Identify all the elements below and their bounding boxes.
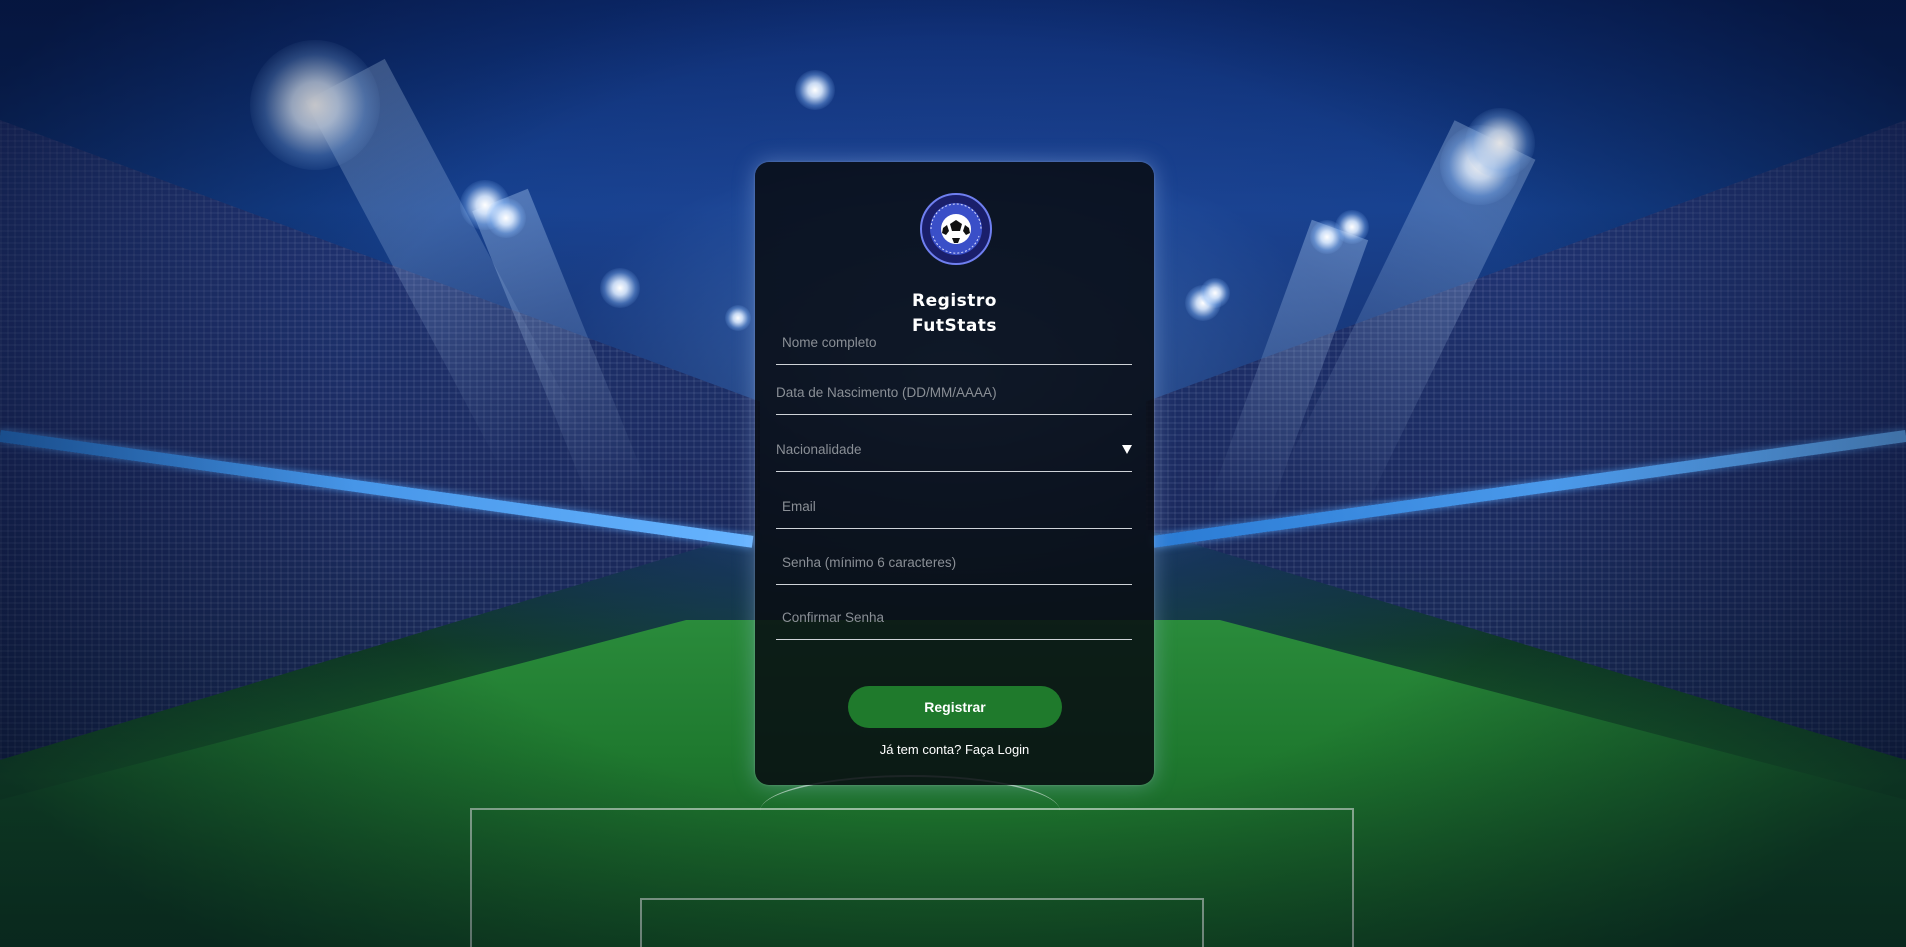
password-placeholder: Senha (mínimo 6 caracteres) bbox=[782, 555, 957, 570]
birthdate-placeholder: Data de Nascimento (DD/MM/AAAA) bbox=[776, 385, 997, 400]
email-field[interactable]: Email bbox=[776, 480, 1132, 529]
full-name-placeholder: Nome completo bbox=[782, 335, 877, 350]
login-link[interactable]: Já tem conta? Faça Login bbox=[755, 742, 1154, 757]
password-field[interactable]: Senha (mínimo 6 caracteres) bbox=[776, 534, 1132, 585]
nationality-select[interactable]: Nacionalidade bbox=[776, 424, 1132, 472]
confirm-password-field[interactable]: Confirmar Senha bbox=[776, 590, 1132, 640]
birthdate-field[interactable]: Data de Nascimento (DD/MM/AAAA) bbox=[776, 372, 1132, 415]
full-name-field[interactable]: Nome completo bbox=[776, 302, 1132, 365]
confirm-password-placeholder: Confirmar Senha bbox=[782, 610, 885, 625]
register-button[interactable]: Registrar bbox=[848, 686, 1062, 728]
nationality-placeholder: Nacionalidade bbox=[776, 442, 862, 457]
football-news-and-stats-logo-icon bbox=[920, 193, 992, 265]
dropdown-arrow-icon bbox=[1122, 445, 1132, 454]
email-placeholder: Email bbox=[782, 499, 816, 514]
register-card: Registro FutStats Nome completo Data de … bbox=[755, 162, 1154, 785]
